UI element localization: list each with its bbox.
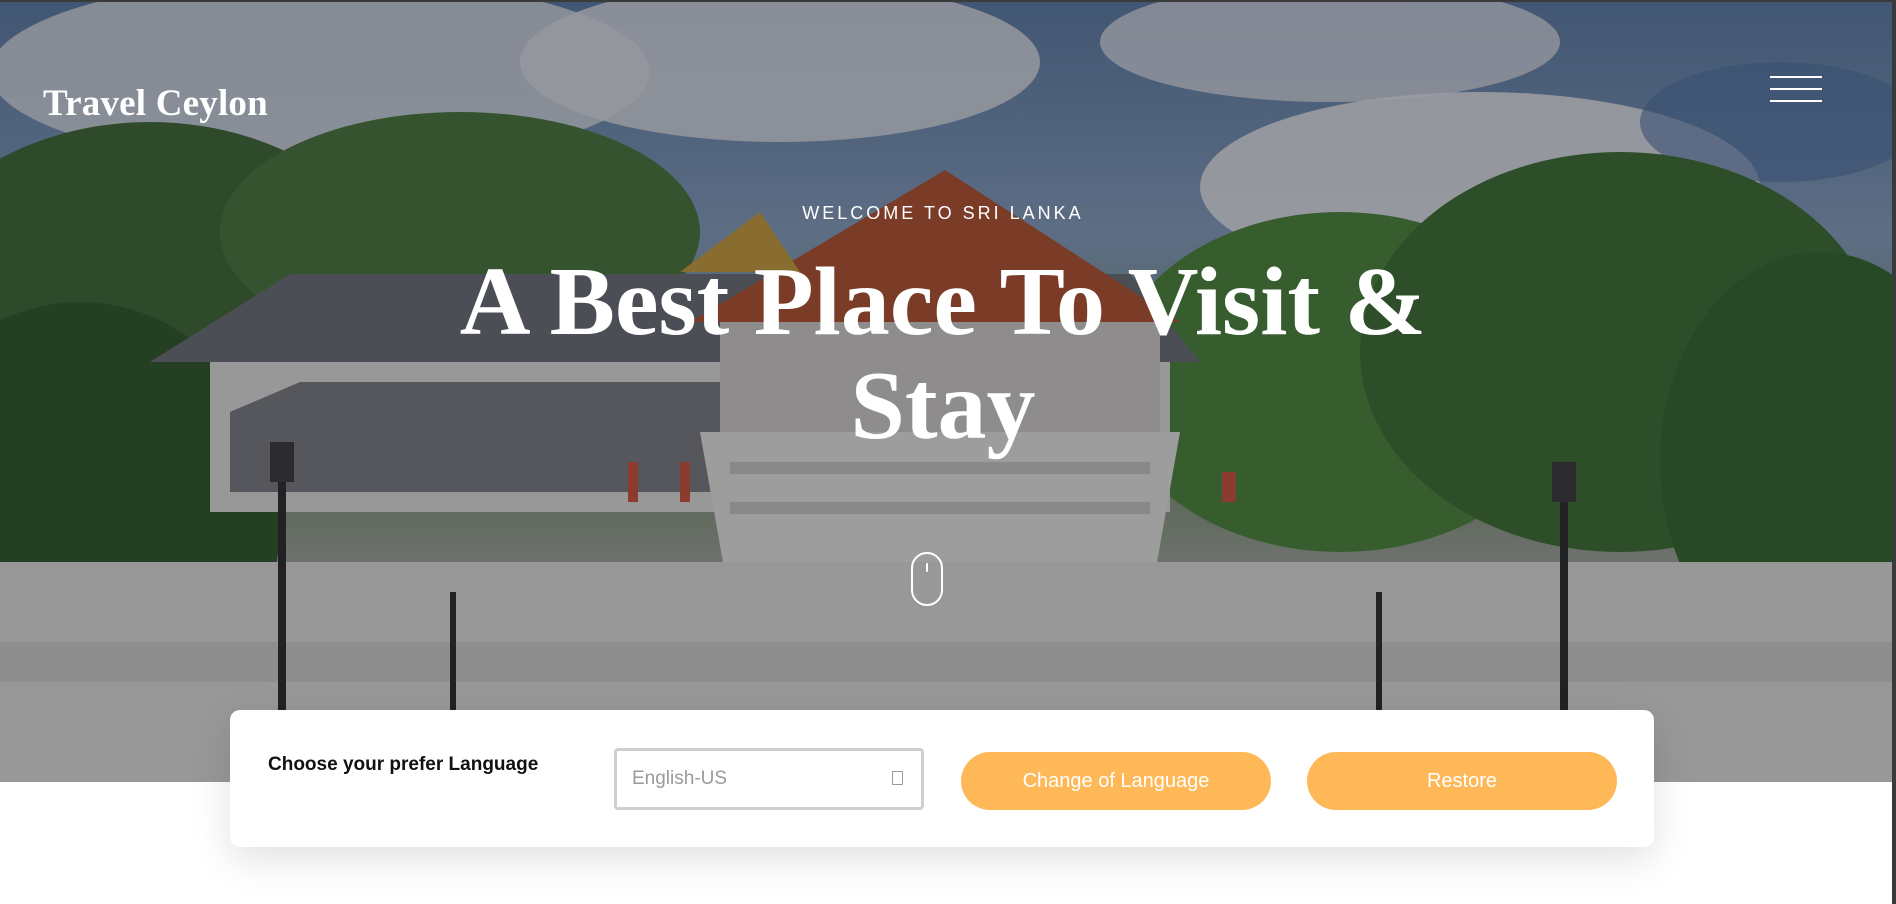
menu-line xyxy=(1770,100,1822,102)
mouse-scroll-icon[interactable] xyxy=(911,552,943,606)
restore-button[interactable]: Restore xyxy=(1307,752,1617,810)
change-language-button[interactable]: Change of Language xyxy=(961,752,1271,810)
mouse-wheel xyxy=(926,563,928,572)
hero-headline: A Best Place To Visit & Stay xyxy=(459,248,1427,460)
hero-section: Travel Ceylon WELCOME TO SRI LANKA A Bes… xyxy=(0,2,1892,782)
hamburger-menu-icon[interactable] xyxy=(1770,76,1822,112)
language-label: Choose your prefer Language xyxy=(268,754,539,775)
dropdown-caret-icon xyxy=(892,771,903,785)
brand-logo[interactable]: Travel Ceylon xyxy=(43,82,268,125)
menu-line xyxy=(1770,88,1822,90)
menu-line xyxy=(1770,76,1822,78)
hero-kicker: WELCOME TO SRI LANKA xyxy=(802,203,1084,223)
language-select[interactable]: English-US xyxy=(614,748,924,810)
selected-language: English-US xyxy=(632,768,728,789)
language-selector-card: Choose your prefer Language English-US C… xyxy=(230,710,1654,847)
window-edge xyxy=(1892,2,1896,904)
page: Travel Ceylon WELCOME TO SRI LANKA A Bes… xyxy=(0,0,1896,904)
